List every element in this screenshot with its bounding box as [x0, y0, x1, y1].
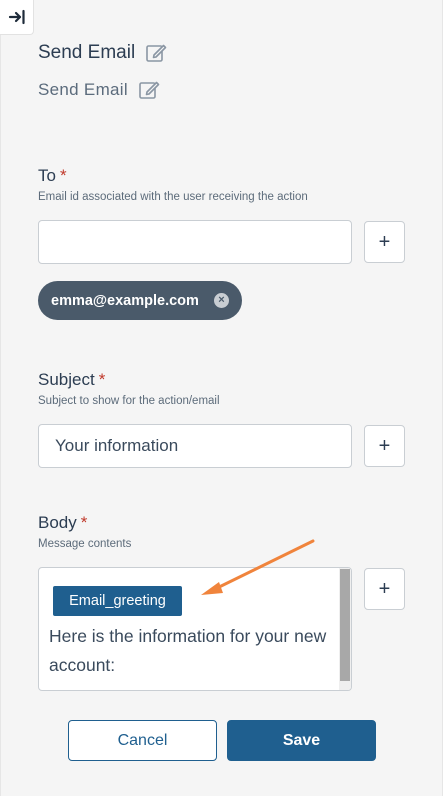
collapse-panel-icon — [8, 9, 25, 25]
page-title-row: Send Email — [38, 42, 167, 64]
body-label-text: Body — [38, 513, 77, 532]
page-subtitle-row: Send Email — [38, 79, 160, 101]
close-icon[interactable]: × — [214, 293, 229, 308]
save-button[interactable]: Save — [227, 720, 376, 761]
body-scrollbar-thumb[interactable] — [340, 569, 350, 681]
edit-icon[interactable] — [145, 42, 167, 64]
panel-edge — [0, 0, 1, 796]
required-marker: * — [59, 166, 67, 185]
email-greeting-token[interactable]: Email_greeting — [53, 586, 182, 616]
body-text[interactable]: Here is the information for your new acc… — [49, 622, 339, 680]
subject-input[interactable]: Your information — [38, 424, 352, 468]
required-marker: * — [98, 370, 106, 389]
cancel-button[interactable]: Cancel — [68, 720, 217, 761]
to-label: To * — [38, 166, 67, 186]
subject-add-button[interactable]: + — [364, 425, 405, 467]
to-input[interactable] — [38, 220, 352, 264]
to-help-text: Email id associated with the user receiv… — [38, 191, 308, 203]
edit-icon[interactable] — [138, 79, 160, 101]
to-add-button[interactable]: + — [364, 221, 405, 263]
annotation-arrow-icon — [201, 539, 315, 595]
subject-label-text: Subject — [38, 370, 95, 389]
body-help-text: Message contents — [38, 538, 132, 550]
body-scrollbar[interactable] — [339, 568, 351, 690]
recipient-chip-label: emma@example.com — [51, 292, 199, 309]
collapse-panel-button[interactable] — [0, 0, 34, 35]
recipient-chip: emma@example.com × — [38, 281, 242, 320]
body-add-button[interactable]: + — [364, 568, 405, 610]
to-label-text: To — [38, 166, 56, 185]
page-subtitle: Send Email — [38, 80, 128, 99]
panel-right-edge — [442, 0, 446, 796]
body-label: Body * — [38, 513, 87, 533]
subject-label: Subject * — [38, 370, 105, 390]
required-marker: * — [80, 513, 88, 532]
page-title: Send Email — [38, 42, 136, 63]
subject-help-text: Subject to show for the action/email — [38, 395, 220, 407]
